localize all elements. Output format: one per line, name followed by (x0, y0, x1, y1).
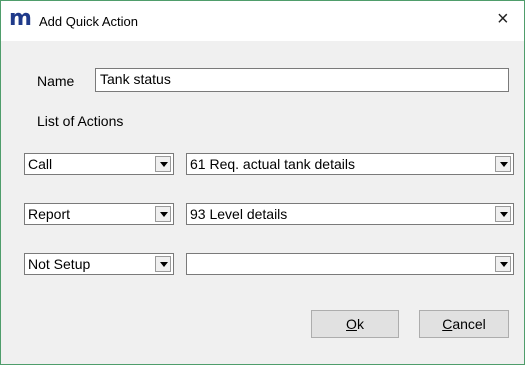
action-detail-select-2[interactable]: 93 Level details (186, 203, 514, 225)
action-type-value-3: Not Setup (28, 256, 91, 272)
name-field-value: Tank status (100, 71, 171, 87)
action-type-select-3[interactable]: Not Setup (24, 253, 174, 275)
dialog-window: m Add Quick Action × Name Tank status Li… (0, 0, 525, 365)
action-detail-select-3[interactable] (186, 253, 514, 275)
app-logo-icon: m (9, 6, 32, 31)
action-type-value-2: Report (28, 206, 71, 222)
title-bar[interactable]: m Add Quick Action × (1, 1, 524, 41)
chevron-down-icon[interactable] (155, 256, 171, 272)
action-type-select-2[interactable]: Report (24, 203, 174, 225)
action-type-value-1: Call (28, 156, 53, 172)
name-label: Name (37, 73, 75, 89)
chevron-down-icon[interactable] (495, 156, 511, 172)
chevron-down-icon[interactable] (495, 256, 511, 272)
name-field[interactable]: Tank status (95, 68, 509, 92)
chevron-down-icon[interactable] (155, 206, 171, 222)
action-detail-select-1[interactable]: 61 Req. actual tank details (186, 153, 514, 175)
chevron-down-icon[interactable] (495, 206, 511, 222)
list-of-actions-label: List of Actions (37, 113, 124, 129)
close-icon[interactable]: × (497, 9, 509, 29)
action-detail-value-1: 61 Req. actual tank details (190, 156, 355, 172)
action-type-select-1[interactable]: Call (24, 153, 174, 175)
chevron-down-icon[interactable] (155, 156, 171, 172)
action-detail-value-2: 93 Level details (190, 206, 288, 222)
cancel-button[interactable]: Cancel (419, 310, 509, 338)
dialog-title: Add Quick Action (39, 14, 138, 29)
ok-button[interactable]: Ok (311, 310, 399, 338)
